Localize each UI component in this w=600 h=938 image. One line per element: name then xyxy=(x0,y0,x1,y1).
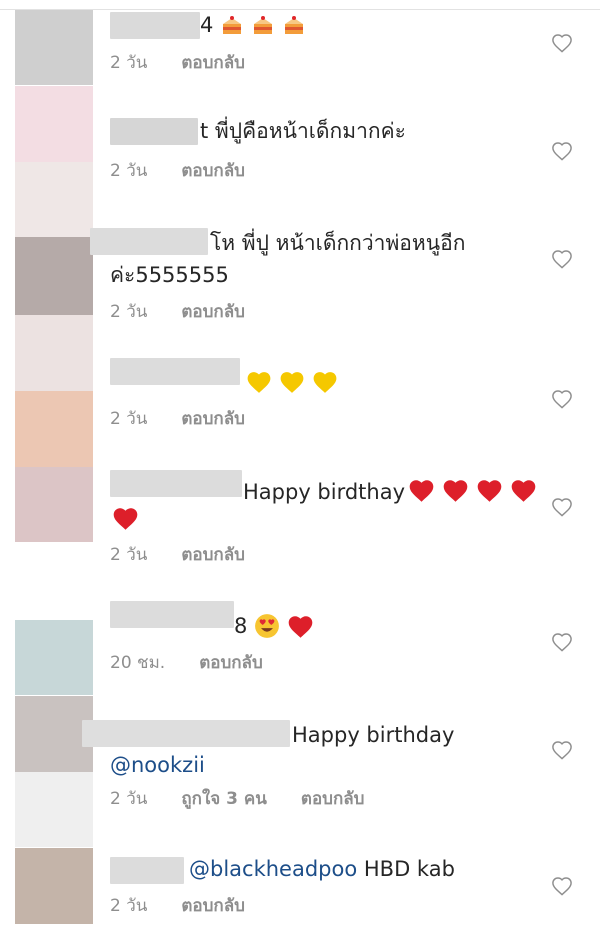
avatar[interactable] xyxy=(15,391,93,467)
like-heart-icon[interactable] xyxy=(551,632,573,652)
username-blurred[interactable] xyxy=(110,857,184,884)
likes-count[interactable]: ถูกใจ 3 คน xyxy=(181,788,267,810)
comment-text: Happy birthday xyxy=(292,723,455,747)
comment-time: 2 วัน xyxy=(110,53,148,73)
avatar[interactable] xyxy=(15,467,93,542)
username-blurred[interactable] xyxy=(90,228,208,255)
reply-button[interactable]: ตอบกลับ xyxy=(181,544,245,566)
reply-button[interactable]: ตอบกลับ xyxy=(301,788,365,810)
comment-text: 8 xyxy=(234,614,248,638)
comment-text-line2: ค่ะ5555555 xyxy=(110,263,229,287)
avatar[interactable] xyxy=(15,10,93,85)
comment-text: HBD kab xyxy=(357,857,455,881)
avatar[interactable] xyxy=(15,848,93,924)
comment-text-line: @blackheadpoo HBD kab xyxy=(189,855,455,883)
emoji-group xyxy=(244,370,338,394)
username-blurred[interactable] xyxy=(110,118,198,145)
yellow-heart-icon xyxy=(313,372,337,393)
like-heart-icon[interactable] xyxy=(551,740,573,760)
comment-meta: 2 วัน ตอบกลับ xyxy=(110,301,245,323)
mention-link[interactable]: @blackheadpoo xyxy=(189,857,357,881)
red-heart-icon xyxy=(443,480,468,502)
comment-time: 2 วัน xyxy=(110,302,148,322)
comment-time: 2 วัน xyxy=(110,545,148,565)
mention-link[interactable]: @nookzii xyxy=(110,751,205,779)
comment-text: t พี่ปูคือหน้าเด็กมากค่ะ xyxy=(200,119,406,143)
avatar[interactable] xyxy=(15,696,93,847)
like-heart-icon[interactable] xyxy=(551,33,573,53)
avatar[interactable] xyxy=(15,237,93,391)
comment-meta: 2 วัน ถูกใจ 3 คน ตอบกลับ xyxy=(110,788,364,810)
red-heart-icon xyxy=(288,615,313,638)
comment-meta: 2 วัน ตอบกลับ xyxy=(110,52,245,74)
red-heart-icon xyxy=(113,508,138,530)
reply-button[interactable]: ตอบกลับ xyxy=(181,408,245,430)
cake-icon xyxy=(254,16,273,34)
username-blurred[interactable] xyxy=(110,358,240,385)
comment-time: 2 วัน xyxy=(110,896,148,916)
comment-text: 4 xyxy=(200,13,214,37)
username-blurred[interactable] xyxy=(110,470,242,497)
comment-text: Happy birdthay xyxy=(243,480,406,504)
like-heart-icon[interactable] xyxy=(551,497,573,517)
emoji-group xyxy=(252,613,314,639)
emoji-group xyxy=(218,13,306,37)
comment-text-line1: โห พี่ปู หน้าเด็กกว่าพ่อหนูอีก xyxy=(210,231,466,255)
comment-meta: 2 วัน ตอบกลับ xyxy=(110,408,245,430)
comment-meta: 2 วัน ตอบกลับ xyxy=(110,895,245,917)
emoji-group-line2 xyxy=(110,506,139,531)
username-blurred[interactable] xyxy=(110,601,234,628)
comment-time: 2 วัน xyxy=(110,161,148,181)
like-heart-icon[interactable] xyxy=(551,141,573,161)
red-heart-icon xyxy=(477,480,502,502)
reply-button[interactable]: ตอบกลับ xyxy=(181,301,245,323)
comment-time: 2 วัน xyxy=(110,409,148,429)
reply-button[interactable]: ตอบกลับ xyxy=(181,160,245,182)
like-heart-icon[interactable] xyxy=(551,249,573,269)
comment-time: 20 ชม. xyxy=(110,653,166,673)
username-blurred[interactable] xyxy=(110,12,200,39)
red-heart-icon xyxy=(511,480,536,502)
avatar[interactable] xyxy=(15,86,93,237)
reply-button[interactable]: ตอบกลับ xyxy=(181,52,245,74)
like-heart-icon[interactable] xyxy=(551,876,573,896)
comment-meta: 20 ชม. ตอบกลับ xyxy=(110,652,263,674)
yellow-heart-icon xyxy=(247,372,271,393)
username-blurred[interactable] xyxy=(82,720,290,747)
heart-eyes-icon xyxy=(255,614,279,638)
reply-button[interactable]: ตอบกลับ xyxy=(199,652,263,674)
yellow-heart-icon xyxy=(280,372,304,393)
cake-icon xyxy=(223,16,241,34)
comment-meta: 2 วัน ตอบกลับ xyxy=(110,544,245,566)
avatar[interactable] xyxy=(15,620,93,695)
reply-button[interactable]: ตอบกลับ xyxy=(181,895,245,917)
red-heart-icon xyxy=(409,480,434,502)
cake-icon xyxy=(285,16,304,34)
like-heart-icon[interactable] xyxy=(551,389,573,409)
comment-time: 2 วัน xyxy=(110,789,148,809)
emoji-group xyxy=(406,478,537,503)
comment-meta: 2 วัน ตอบกลับ xyxy=(110,160,245,182)
